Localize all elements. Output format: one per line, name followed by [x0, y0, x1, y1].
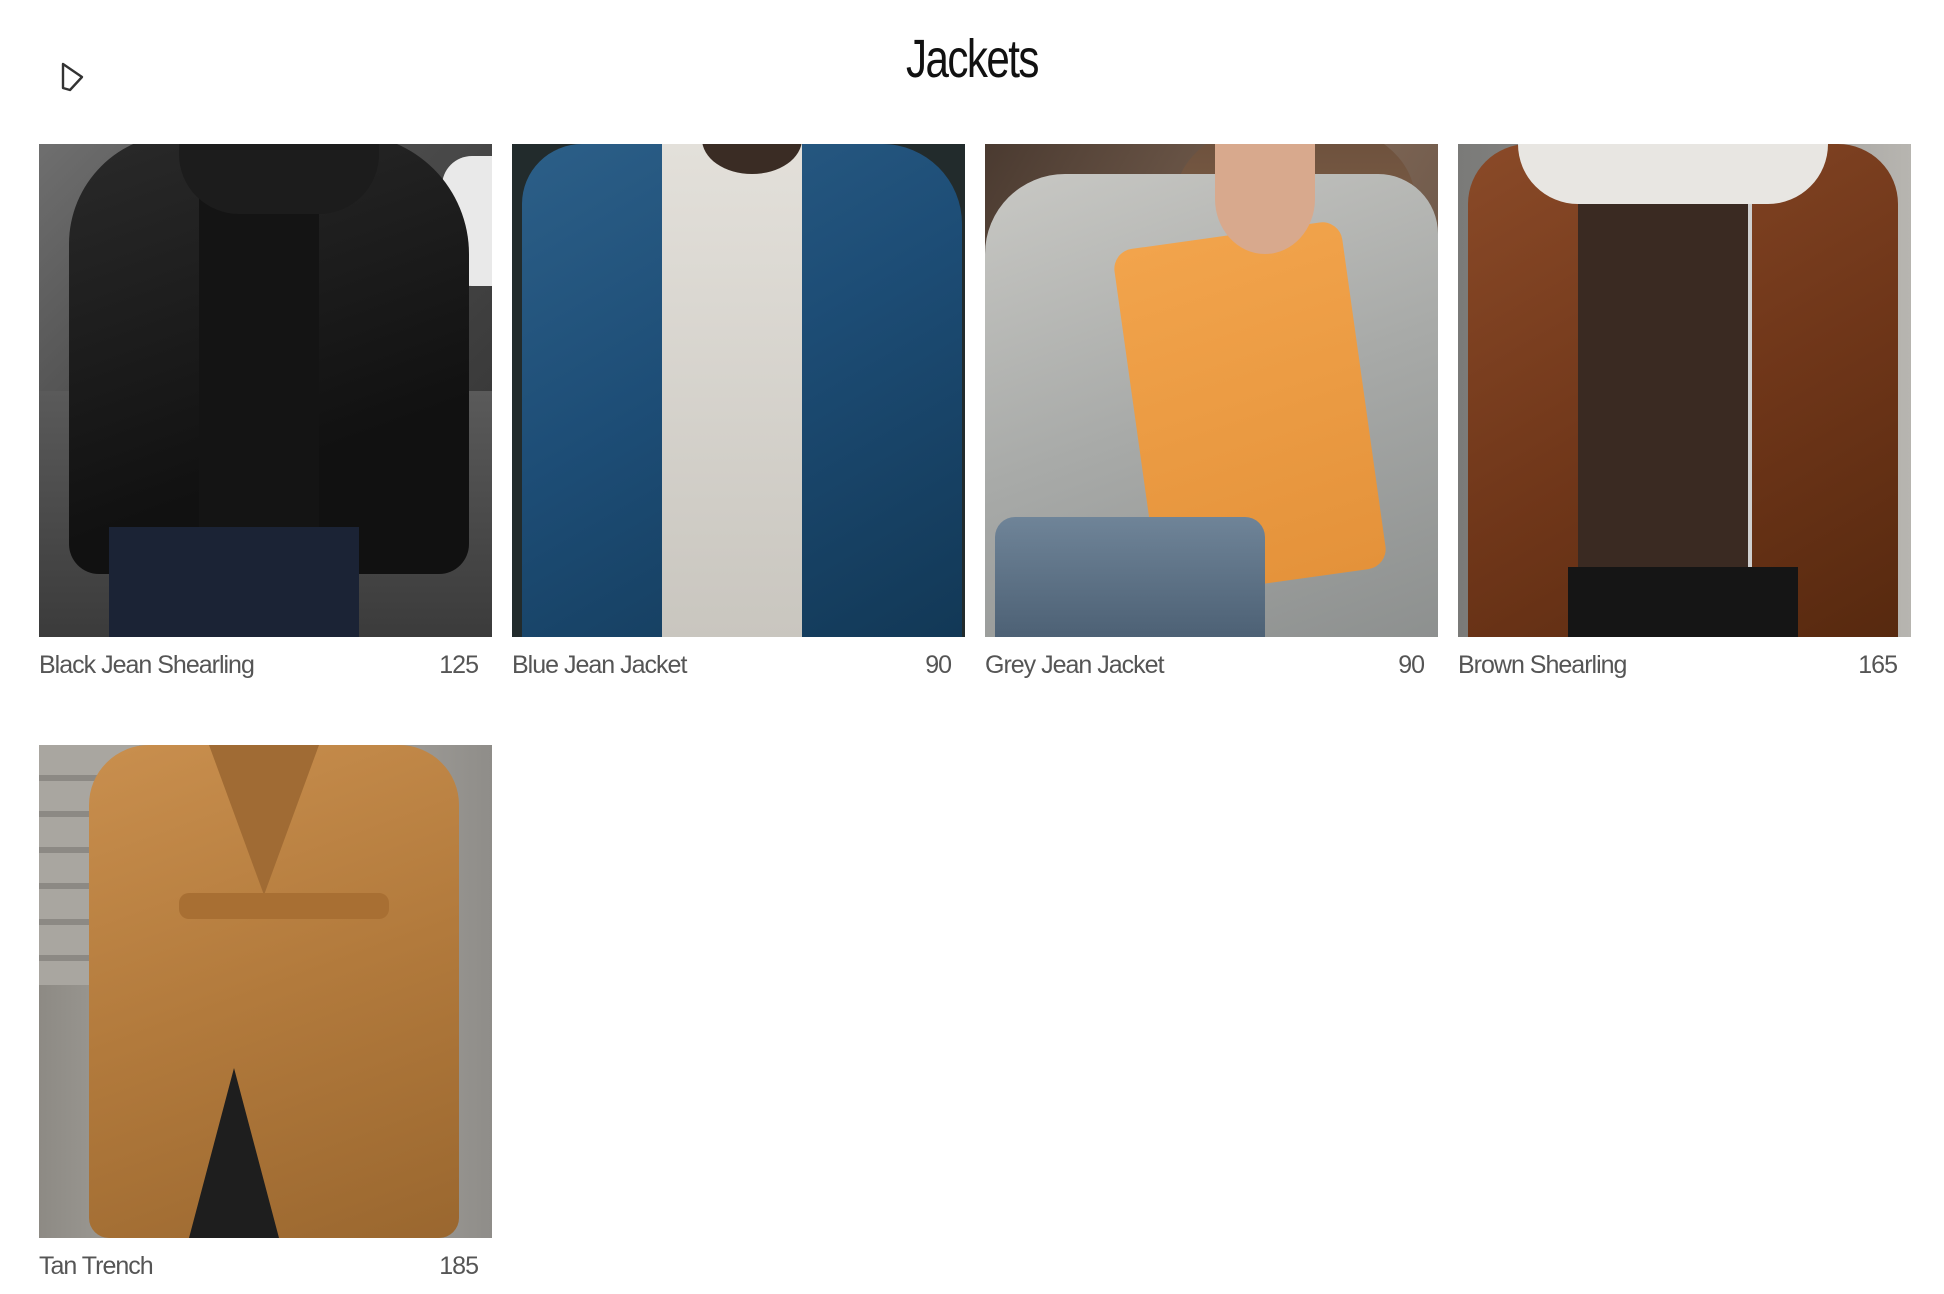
- product-name: Tan Trench: [39, 1251, 154, 1280]
- product-image[interactable]: [512, 144, 965, 637]
- product-caption: Blue Jean Jacket 90: [512, 637, 965, 693]
- product-caption: Grey Jean Jacket 90: [985, 637, 1438, 693]
- product-price: 90: [1398, 650, 1425, 679]
- product-name: Brown Shearling: [1458, 650, 1627, 679]
- product-caption: Tan Trench 185: [39, 1238, 492, 1294]
- product-card[interactable]: Black Jean Shearling 125: [39, 144, 492, 693]
- product-image[interactable]: [985, 144, 1438, 637]
- page-title: Jackets: [906, 29, 1039, 89]
- product-name: Blue Jean Jacket: [512, 650, 687, 679]
- product-caption: Brown Shearling 165: [1458, 637, 1911, 693]
- product-grid: Black Jean Shearling 125 Blue Jean Jacke…: [39, 144, 1911, 1294]
- product-card[interactable]: Brown Shearling 165: [1458, 144, 1911, 693]
- product-card[interactable]: Tan Trench 185: [39, 745, 492, 1294]
- product-image[interactable]: [39, 144, 492, 637]
- product-price: 125: [439, 650, 479, 679]
- product-price: 185: [439, 1251, 479, 1280]
- product-image[interactable]: [1458, 144, 1911, 637]
- product-image[interactable]: [39, 745, 492, 1238]
- product-price: 165: [1858, 650, 1898, 679]
- product-caption: Black Jean Shearling 125: [39, 637, 492, 693]
- back-arrow-icon: [61, 62, 84, 92]
- product-name: Grey Jean Jacket: [985, 650, 1165, 679]
- product-price: 90: [925, 650, 952, 679]
- product-name: Black Jean Shearling: [39, 650, 255, 679]
- product-card[interactable]: Grey Jean Jacket 90: [985, 144, 1438, 693]
- product-card[interactable]: Blue Jean Jacket 90: [512, 144, 965, 693]
- back-button[interactable]: [56, 60, 90, 94]
